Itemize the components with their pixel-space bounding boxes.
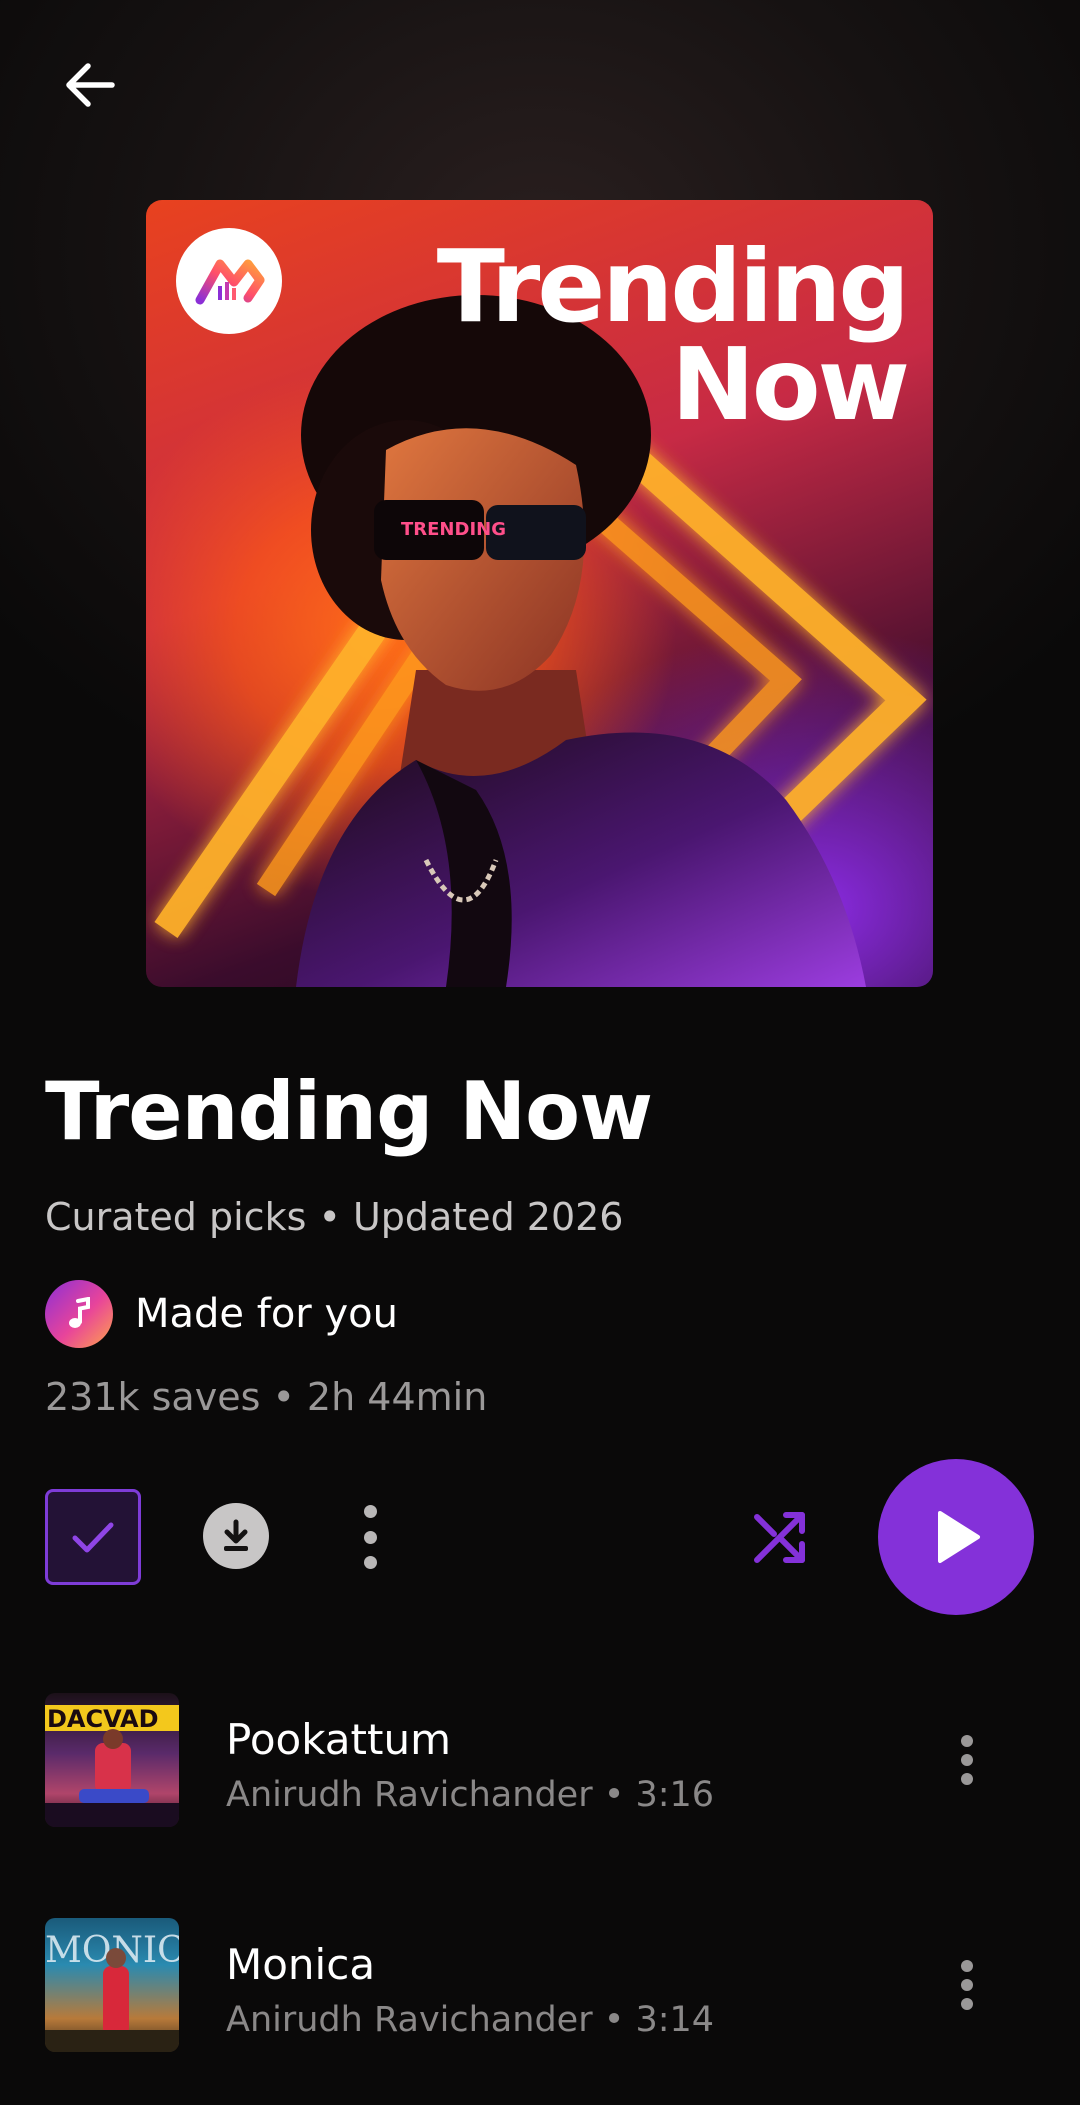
trending-logo-icon bbox=[176, 228, 282, 334]
track-more-button[interactable] bbox=[955, 1960, 979, 2010]
shuffle-icon bbox=[754, 1512, 805, 1563]
saved-toggle-button[interactable] bbox=[45, 1489, 141, 1585]
more-options-button[interactable] bbox=[350, 1505, 390, 1569]
play-button[interactable] bbox=[878, 1459, 1034, 1615]
page-title: Trending Now bbox=[45, 1065, 653, 1158]
back-button[interactable] bbox=[50, 45, 130, 125]
playlist-subtitle: Curated picks • Updated 2026 bbox=[45, 1195, 624, 1239]
glasses-text: TRENDING bbox=[401, 519, 506, 540]
shuffle-button[interactable] bbox=[748, 1503, 814, 1569]
made-for-you: Made for you bbox=[45, 1280, 398, 1348]
more-vertical-icon bbox=[363, 1505, 377, 1518]
track-artist-duration: Anirudh Ravichander • 3:14 bbox=[226, 2000, 715, 2040]
check-icon bbox=[72, 1522, 114, 1553]
track-row[interactable]: MONICA Monica Anirudh Ravichander • 3:14 bbox=[45, 1918, 1035, 2058]
more-vertical-icon bbox=[961, 1735, 973, 1747]
track-artist-duration: Anirudh Ravichander • 3:16 bbox=[226, 1775, 715, 1815]
download-icon bbox=[224, 1519, 248, 1551]
cover-title: Trending Now bbox=[436, 228, 910, 443]
music-note-icon bbox=[45, 1280, 113, 1348]
track-title: Monica bbox=[226, 1940, 376, 1989]
made-for-label: Made for you bbox=[135, 1291, 398, 1337]
track-thumbnail: MONICA bbox=[45, 1918, 179, 2052]
track-more-button[interactable] bbox=[955, 1735, 979, 1785]
playlist-stats: 231k saves • 2h 44min bbox=[45, 1375, 488, 1419]
more-vertical-icon bbox=[961, 1960, 973, 1972]
track-title: Pookattum bbox=[226, 1715, 452, 1764]
track-row[interactable]: DACVAD Pookattum Anirudh Ravichander • 3… bbox=[45, 1693, 1035, 1833]
thumb-text: DACVAD bbox=[47, 1705, 159, 1733]
download-button[interactable] bbox=[203, 1503, 269, 1569]
arrow-left-icon bbox=[66, 63, 115, 107]
playlist-cover: TRENDING Trending Now bbox=[146, 200, 933, 987]
track-thumbnail: DACVAD bbox=[45, 1693, 179, 1827]
play-icon bbox=[938, 1511, 980, 1563]
